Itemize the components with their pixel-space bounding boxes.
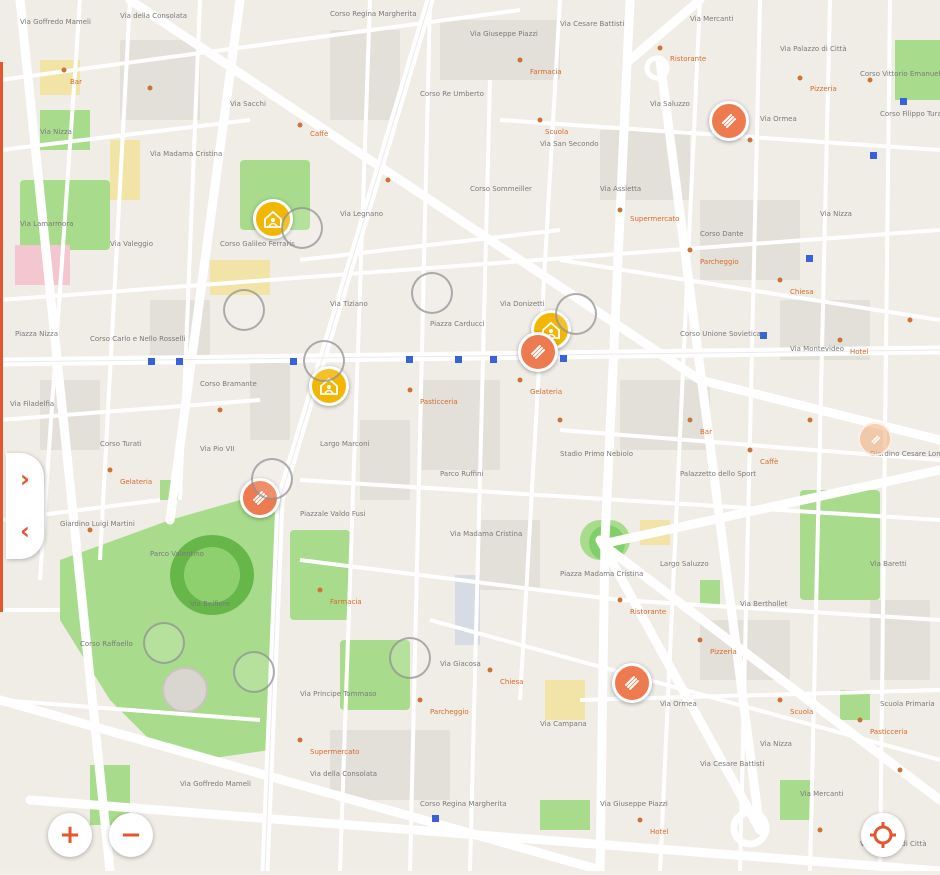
health-icon: [722, 114, 736, 128]
expand-panel-button[interactable]: ›: [6, 459, 44, 499]
map-roads-layer: [0, 0, 940, 875]
cluster-marker[interactable]: [281, 207, 323, 249]
cluster-marker[interactable]: [143, 622, 185, 664]
cluster-marker[interactable]: [303, 340, 345, 382]
health-icon: [625, 676, 639, 690]
cluster-marker[interactable]: [555, 293, 597, 335]
crosshair-icon: [870, 822, 896, 848]
zoom-out-button[interactable]: −: [109, 813, 153, 857]
health-marker[interactable]: [612, 663, 652, 703]
locate-button[interactable]: [861, 813, 905, 857]
cluster-marker[interactable]: [223, 289, 265, 331]
cluster-marker[interactable]: [233, 651, 275, 693]
cluster-marker[interactable]: [411, 272, 453, 314]
map-canvas[interactable]: Via Goffredo Mameli Via della Consolata Co…: [0, 0, 940, 875]
cluster-marker[interactable]: [251, 458, 293, 500]
health-marker[interactable]: [709, 101, 749, 141]
cluster-marker[interactable]: [389, 637, 431, 679]
faded-marker[interactable]: [858, 422, 892, 456]
health-icon: [531, 345, 545, 359]
collapse-panel-button[interactable]: ‹: [6, 511, 44, 551]
health-icon: [871, 435, 881, 445]
side-panel-edge: [0, 62, 3, 612]
side-panel-toggle: › ‹: [6, 453, 44, 559]
health-marker[interactable]: [518, 332, 558, 372]
zoom-in-button[interactable]: +: [48, 813, 92, 857]
